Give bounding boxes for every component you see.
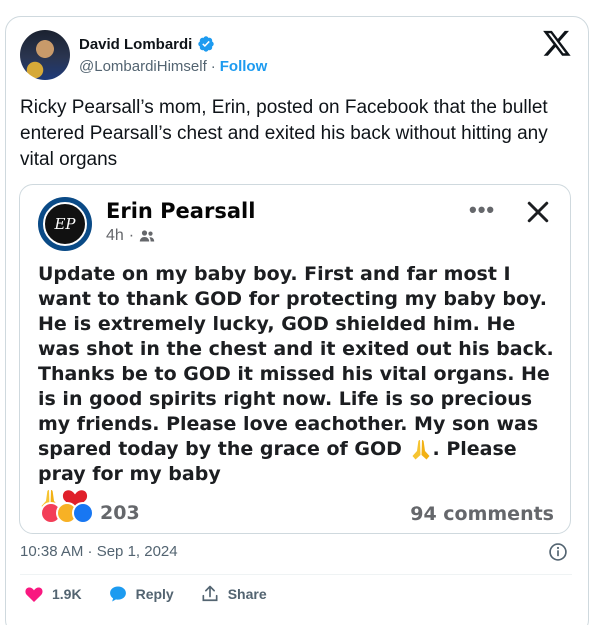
share-label: Share bbox=[227, 586, 267, 602]
verified-badge-icon bbox=[198, 36, 215, 52]
fb-comment-count[interactable]: 94 comments bbox=[410, 503, 554, 525]
share-button[interactable]: Share bbox=[200, 584, 267, 604]
author-name[interactable]: David Lombardi bbox=[79, 36, 192, 53]
fb-poster-name: Erin Pearsall bbox=[106, 199, 256, 223]
reply-button[interactable]: Reply bbox=[108, 584, 174, 604]
divider bbox=[20, 574, 572, 575]
fb-post-time: 4h bbox=[106, 227, 124, 244]
praying-hands-icon bbox=[412, 439, 430, 459]
close-icon[interactable] bbox=[523, 197, 553, 227]
fb-reaction-count: 203 bbox=[100, 502, 140, 524]
facebook-post-screenshot[interactable]: EP Erin Pearsall 4h · ••• Update on my b… bbox=[19, 184, 571, 534]
x-logo-icon[interactable] bbox=[542, 28, 572, 58]
reply-icon bbox=[109, 586, 126, 602]
fb-meta-separator: · bbox=[128, 227, 135, 244]
handle-separator: · bbox=[210, 58, 216, 75]
fb-avatar: EP bbox=[38, 197, 92, 251]
fb-post-body: Update on my baby boy. First and far mos… bbox=[38, 262, 558, 512]
share-icon bbox=[202, 585, 218, 602]
fb-reactions[interactable]: 203 bbox=[40, 502, 140, 524]
like-button[interactable]: 1.9K bbox=[24, 584, 82, 604]
author-handle-row: @LombardiHimself · Follow bbox=[79, 58, 267, 75]
heart-icon bbox=[25, 587, 43, 602]
fb-avatar-monogram: EP bbox=[43, 202, 87, 246]
author-avatar[interactable] bbox=[20, 30, 70, 80]
follow-button[interactable]: Follow bbox=[220, 58, 268, 75]
more-options-icon[interactable]: ••• bbox=[469, 197, 495, 223]
tweet-actions: 1.9K Reply Share bbox=[24, 584, 293, 604]
like-count: 1.9K bbox=[52, 586, 82, 602]
tweet-text: Ricky Pearsall’s mom, Erin, posted on Fa… bbox=[20, 97, 548, 170]
author-name-row: David Lombardi bbox=[79, 35, 215, 53]
fb-post-text: Update on my baby boy. First and far mos… bbox=[38, 263, 554, 460]
like-reaction-icon bbox=[72, 502, 94, 524]
author-handle[interactable]: @LombardiHimself bbox=[79, 58, 207, 75]
friends-icon bbox=[139, 230, 155, 242]
fb-post-meta: 4h · bbox=[106, 227, 155, 245]
reply-label: Reply bbox=[135, 586, 174, 602]
info-icon[interactable] bbox=[548, 542, 568, 562]
tweet-timestamp[interactable]: 10:38 AM · Sep 1, 2024 bbox=[20, 543, 178, 560]
